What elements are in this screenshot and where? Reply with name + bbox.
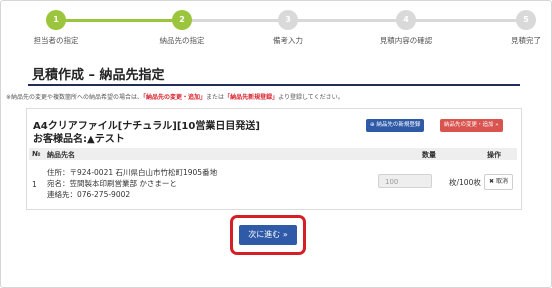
col-destination: 納品先名: [47, 151, 75, 159]
table-header: № 納品先名 数量 操作: [29, 148, 517, 160]
col-no: №: [32, 150, 41, 158]
notice-text: ※納品先の変更や複数箇所への納品希望の場合は、「納品先の変更・追加」または「納品…: [6, 92, 344, 101]
cancel-button[interactable]: ✖ 取消: [484, 174, 513, 190]
step-label: 備考入力: [273, 36, 303, 45]
step-number: 5: [516, 10, 536, 30]
notice-post: より登録してください。: [278, 94, 344, 101]
step-5: 5 見積完了: [481, 6, 552, 46]
step-label: 納品先の指定: [159, 36, 205, 45]
delivery-panel: A4クリアファイル[ナチュラル][10営業日目発送] お客様品名:▲テスト ⊕ …: [26, 108, 522, 210]
notice-link-change[interactable]: 「納品先の変更・追加」: [143, 94, 206, 101]
notice-mid: または: [206, 94, 225, 101]
step-label: 見積完了: [511, 36, 541, 45]
step-number: 2: [172, 10, 192, 30]
page-title: 見積作成 – 納品先指定: [32, 68, 165, 83]
step-1: 1 担当者の指定: [11, 6, 101, 46]
step-4: 4 見積内容の確認: [361, 6, 451, 46]
progress-stepper: 1 担当者の指定 2 納品先の指定 3 備考入力 4 見積内容の確認 5 見積完…: [0, 6, 552, 46]
col-action: 操作: [487, 151, 501, 159]
phone-line: 連絡先：076-275-9002: [47, 190, 131, 199]
customer-value: ▲テスト: [87, 134, 125, 145]
quantity-input[interactable]: 100: [378, 174, 432, 188]
plus-circle-icon: ⊕: [370, 122, 375, 128]
new-delivery-button[interactable]: ⊕ 納品先の新規登録: [366, 119, 425, 132]
table-row: 1 住所：〒924-0021 石川県白山市竹松町1905番地 宛名：笠間製本印刷…: [29, 161, 517, 205]
next-button[interactable]: 次に進む »: [239, 225, 297, 245]
cancel-label: 取消: [495, 178, 508, 185]
quantity-unit: 枚/100枚: [449, 178, 481, 187]
change-delivery-button[interactable]: 納品先の変更・追加 »: [440, 119, 503, 132]
address-line: 住所：〒924-0021 石川県白山市竹松町1905番地: [47, 168, 218, 177]
step-number: 3: [278, 10, 298, 30]
step-3: 3 備考入力: [243, 6, 333, 46]
row-number: 1: [32, 180, 37, 189]
col-quantity: 数量: [422, 151, 436, 159]
customer-label: お客様品名:: [33, 134, 87, 145]
customer-product-name: お客様品名:▲テスト: [33, 130, 125, 145]
title-divider: [28, 84, 520, 86]
close-icon: ✖: [489, 178, 495, 185]
step-label: 担当者の指定: [33, 36, 79, 45]
recipient-line: 宛名：笠間製本印刷営業部 かさまーと: [47, 179, 177, 188]
step-number: 4: [396, 10, 416, 30]
new-delivery-label: 納品先の新規登録: [376, 122, 421, 128]
delivery-details: 住所：〒924-0021 石川県白山市竹松町1905番地 宛名：笠間製本印刷営業…: [47, 167, 217, 200]
notice-link-new[interactable]: 「納品先新規登録」: [224, 94, 278, 101]
notice-pre: ※納品先の変更や複数箇所への納品希望の場合は、: [6, 94, 144, 101]
step-connector-rest: [182, 19, 528, 22]
step-2: 2 納品先の指定: [137, 6, 227, 46]
step-number: 1: [46, 10, 66, 30]
step-label: 見積内容の確認: [379, 36, 433, 45]
